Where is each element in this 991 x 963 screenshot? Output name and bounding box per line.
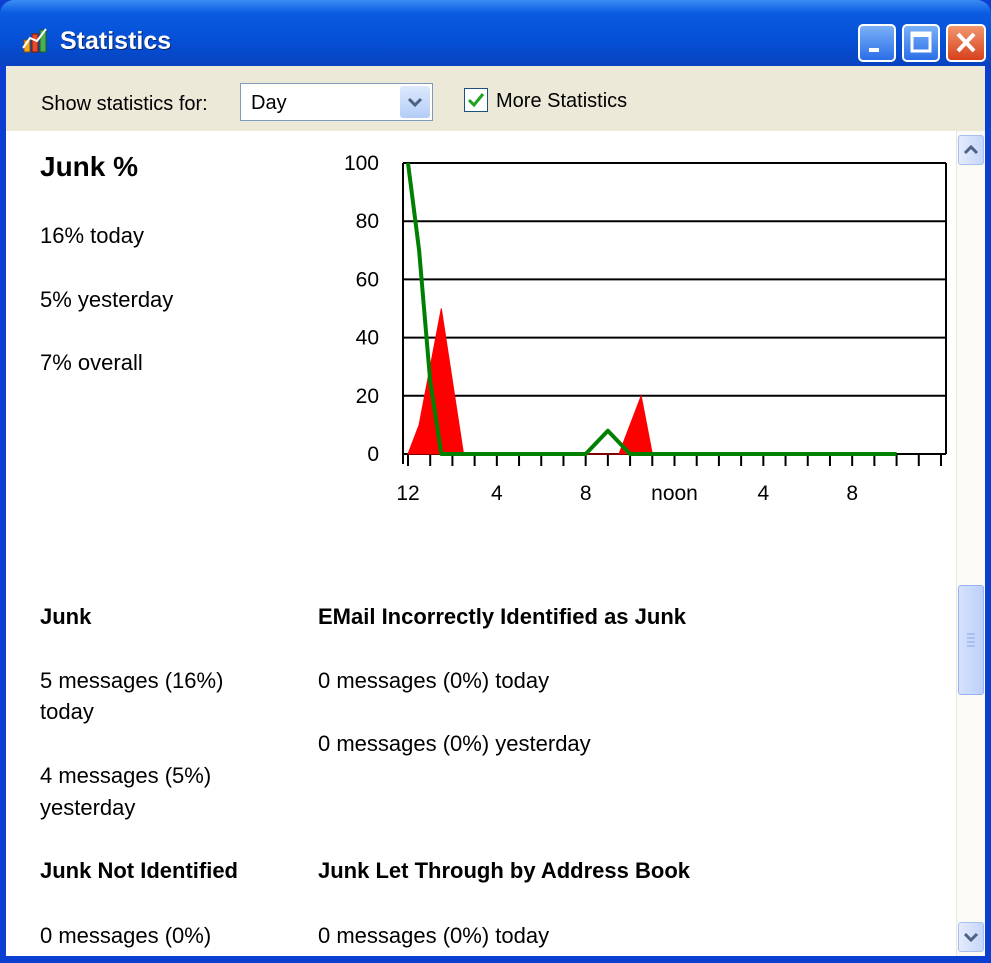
y-tick-label: 100 [344,152,379,175]
scroll-down-button[interactable] [958,922,984,952]
address-book-heading: Junk Let Through by Address Book [318,858,690,883]
incorrect-today: 0 messages (0%) today [318,668,550,693]
series-line-1 [406,162,897,456]
close-button[interactable] [946,24,986,62]
statistics-content: Junk % 16% today 5% yesterday 7% overall… [6,131,956,956]
not-identified-heading: Junk Not Identified [40,858,238,883]
chevron-up-icon [963,144,979,155]
minimize-button[interactable] [858,24,896,62]
statistics-chart-icon [22,26,52,54]
maximize-button[interactable] [902,24,940,62]
junk-yesterday-count: 4 messages (5%) [40,763,212,788]
x-tick-label: 4 [491,482,503,505]
more-statistics-checkbox[interactable] [464,88,488,112]
statistics-toolbar: Show statistics for: Day More Statistics [6,66,985,131]
x-tick-label: 12 [396,482,419,505]
junk-heading: Junk [40,604,92,629]
period-value: Day [251,92,287,114]
y-tick-label: 60 [356,268,379,291]
x-tick-label: 8 [580,482,592,505]
y-tick-label: 80 [356,210,379,233]
junk-today-count: 5 messages (16%) [40,668,224,693]
x-tick-label: noon [651,482,698,505]
y-tick-label: 20 [356,385,379,408]
statistics-window: Statistics Show statistics for: Day More… [0,0,991,963]
chevron-down-icon [963,932,979,943]
x-tick-label: 4 [757,482,769,505]
show-statistics-label: Show statistics for: [41,93,208,115]
junk-percent-chart: 100 80 60 40 20 0 12 4 8 noon 4 8 [344,152,947,505]
scroll-up-button[interactable] [958,135,984,165]
y-tick-label: 40 [356,327,379,350]
window-title: Statistics [60,27,172,55]
vertical-scrollbar[interactable] [956,131,985,956]
title-bar[interactable]: Statistics [0,0,991,66]
not-identified-today: 0 messages (0%) [40,923,212,948]
y-tick-label: 0 [367,443,379,466]
series-area-0 [407,308,897,455]
junk-yesterday-suffix: yesterday [40,795,136,820]
incorrect-yesterday: 0 messages (0%) yesterday [318,731,591,756]
address-book-today: 0 messages (0%) today [318,923,550,948]
chevron-down-icon[interactable] [400,86,430,118]
grip-icon [967,633,975,647]
period-select[interactable]: Day [240,83,433,121]
more-statistics-label[interactable]: More Statistics [496,90,627,113]
incorrect-heading: EMail Incorrectly Identified as Junk [318,604,686,629]
x-tick-label: 8 [846,482,858,505]
junk-today-suffix: today [40,699,94,724]
scroll-thumb[interactable] [958,585,984,695]
